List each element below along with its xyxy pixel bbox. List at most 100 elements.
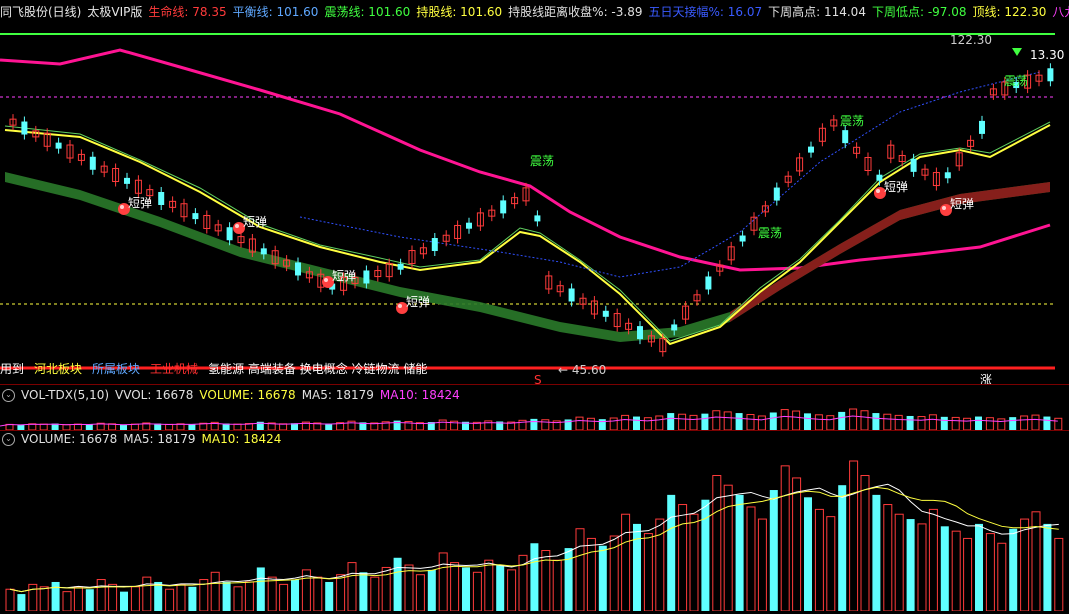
volume-header: ⌄ VOLUME: 16678 MA5: 18179 MA10: 18424 [0,430,1069,448]
candle-body [705,276,712,290]
volume-bar [85,589,94,611]
annotation-zhendang: 震荡 [530,154,554,168]
vol-tdx-bar [940,416,948,430]
collapse-icon[interactable]: ⌄ [2,388,15,402]
sector-tag[interactable]: 用到 [0,360,24,377]
volume-bar [176,583,186,612]
indicator-item: 震荡线: 101.60 [324,4,411,19]
volume-bar [438,552,448,612]
volume-bar [336,574,346,612]
volume-bar [838,485,847,611]
volume-bar [975,523,983,611]
candle-body [89,156,96,170]
volume-bar [621,513,631,612]
vol-tdx-bar [438,419,447,431]
volume-bar [633,523,641,611]
vol-tdx-bar [849,408,858,431]
volume-bar [780,465,790,612]
volume-bar [256,567,265,611]
volume-bar [872,494,881,611]
volume-bar [894,513,904,612]
vol-tdx-bar [609,417,618,431]
volume-bar [917,523,927,612]
volume-bar [427,569,436,611]
volume-bar [17,594,26,611]
vol-tdx-item: MA5: 18179 [301,388,374,402]
volume-bar [757,518,767,612]
sector-row: 用到 河北板块 所属板块 工业机械 氢能源 高端装备 换电概念 冷链物流 储能 [0,360,437,376]
volume-item: MA10: 18424 [201,432,282,446]
candle-body [842,130,849,144]
vol-tdx-bar [814,414,823,431]
volume-bar [769,490,778,611]
vol-tdx-bar [667,413,675,430]
main-price-chart[interactable]: 短弹 短弹 短弹 短弹 短弹 短弹 震荡 震荡 震荡 震荡 122.30 13.30 ← 45.60 S 涨 [0,22,1069,387]
oscillation-line [4,121,1051,342]
candle-body [534,215,541,222]
volume-bar [313,576,323,612]
candle-body [808,146,814,153]
stock-title[interactable]: 同飞股份(日线) [0,3,81,20]
volume-bar [291,579,299,611]
candle-body [226,227,233,241]
candle-body [876,174,883,181]
sector-tag[interactable]: 所属板块 [92,360,140,377]
volume-bar [678,504,688,612]
volume-bar [267,576,277,612]
vol-tdx-item: VOLUME: 16678 [199,388,296,402]
vol-tdx-bar [701,413,709,430]
vol-tdx-chart[interactable] [0,404,1069,431]
volume-bar [233,586,243,612]
annotation-duantan: 短弹 [243,215,267,229]
volume-bar [51,581,60,611]
sector-tag[interactable]: 氢能源 高端装备 换电概念 冷链物流 储能 [208,360,427,377]
volume-bar [496,565,505,611]
volume-svg [5,460,1064,612]
volume-bar [39,586,49,612]
candle-body [739,235,746,242]
zhang-mark: 涨 [980,372,992,384]
candle-body [21,121,28,135]
sector-tag[interactable]: 河北板块 [34,360,82,377]
annotation-duantan: 短弹 [950,197,974,211]
volume-bar [792,477,802,612]
vol-tdx-bar [883,413,892,431]
vol-tdx-bar [975,416,982,430]
volume-bar [28,583,38,612]
volume-bar [450,562,460,612]
volume-bar [73,586,83,612]
volume-bar [849,460,859,612]
vol-tdx-bar [586,417,595,431]
vol-tdx-bar [655,415,664,431]
vol-tdx-bar [1054,417,1063,431]
volume-bar [142,576,152,612]
volume-bar [188,586,197,611]
volume-chart[interactable] [0,448,1069,612]
vol-tdx-title[interactable]: VOL-TDX(5,10) [21,388,109,402]
version-label: 太极VIP版 [87,4,143,19]
signal-ball-highlight [235,224,239,228]
vol-tdx-values: VVOL: 16678 VOLUME: 16678 MA5: 18179 MA10: … [115,388,466,402]
balance-line [299,71,1041,278]
vol-tdx-bar [906,415,914,430]
collapse-icon[interactable]: ⌄ [2,432,15,446]
vol-tdx-bar [633,416,640,430]
signal-ball-highlight [942,206,946,210]
candle-body [260,248,267,255]
vol-tdx-bar [780,409,789,431]
volume-bar [643,533,653,612]
candle-body [944,172,951,179]
vol-tdx-bar [746,414,755,431]
volume-bar [951,530,961,612]
volume-bar [746,506,756,612]
candle-body [397,263,404,270]
lifeline [0,48,1051,272]
candle-body [55,142,62,149]
volume-bar [130,586,140,612]
vol-tdx-bar [735,413,743,430]
vol-tdx-ma [0,415,1058,427]
volume-bar [985,533,995,612]
candle-body [158,191,165,205]
candle-body [979,120,985,134]
sector-tag[interactable]: 工业机械 [150,360,198,377]
